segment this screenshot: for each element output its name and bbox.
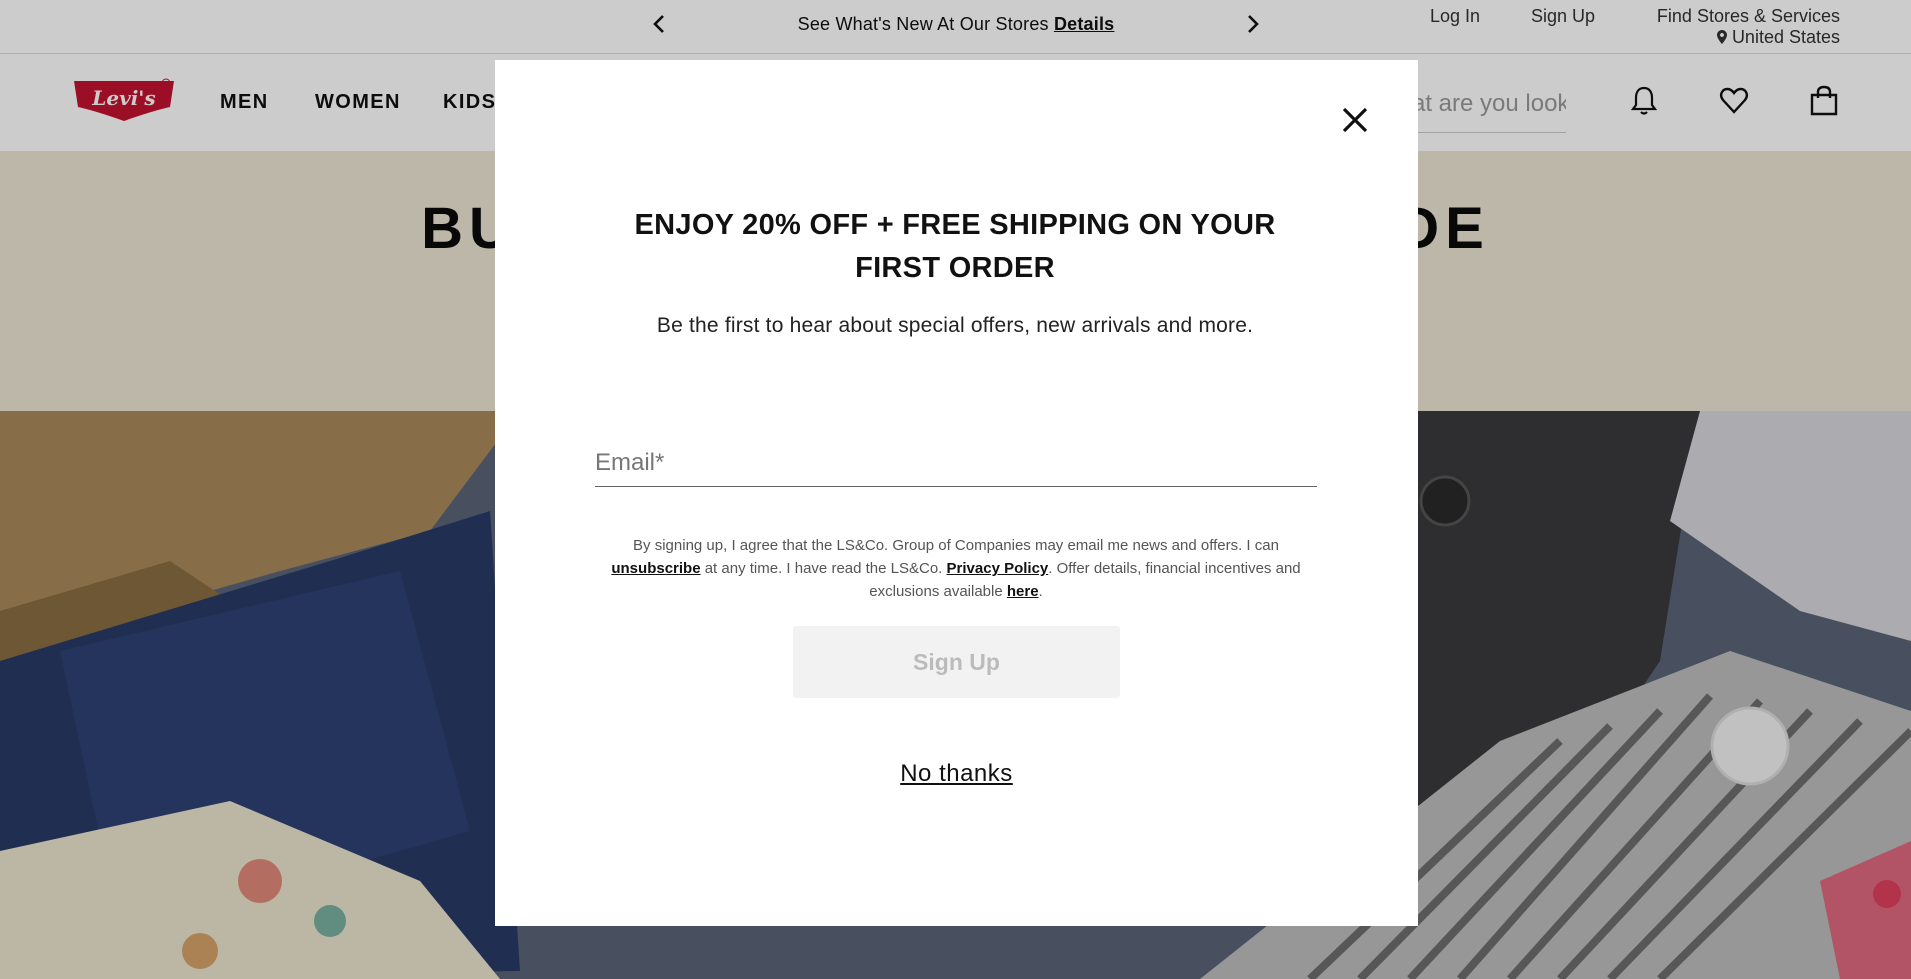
privacy-policy-link[interactable]: Privacy Policy [947, 560, 1049, 577]
email-field[interactable] [595, 425, 1317, 487]
close-icon [1342, 107, 1368, 133]
legal-text-2: at any time. I have read the LS&Co. [700, 560, 947, 577]
close-button[interactable] [1333, 98, 1377, 142]
email-input[interactable] [595, 425, 1317, 486]
modal-heading: ENJOY 20% OFF + FREE SHIPPING ON YOUR FI… [634, 209, 1276, 284]
signup-submit-button[interactable]: Sign Up [793, 626, 1120, 698]
legal-text-4: . [1038, 583, 1043, 600]
legal-text-1: By signing up, I agree that the LS&Co. G… [633, 537, 1279, 554]
no-thanks-link[interactable]: No thanks [795, 760, 1118, 788]
legal-disclaimer: By signing up, I agree that the LS&Co. G… [595, 534, 1317, 603]
unsubscribe-link[interactable]: unsubscribe [611, 560, 700, 577]
email-signup-modal: ENJOY 20% OFF + FREE SHIPPING ON YOUR FI… [495, 60, 1418, 926]
modal-subheading: Be the first to hear about special offer… [656, 314, 1254, 337]
offer-details-link[interactable]: here [1007, 583, 1039, 600]
